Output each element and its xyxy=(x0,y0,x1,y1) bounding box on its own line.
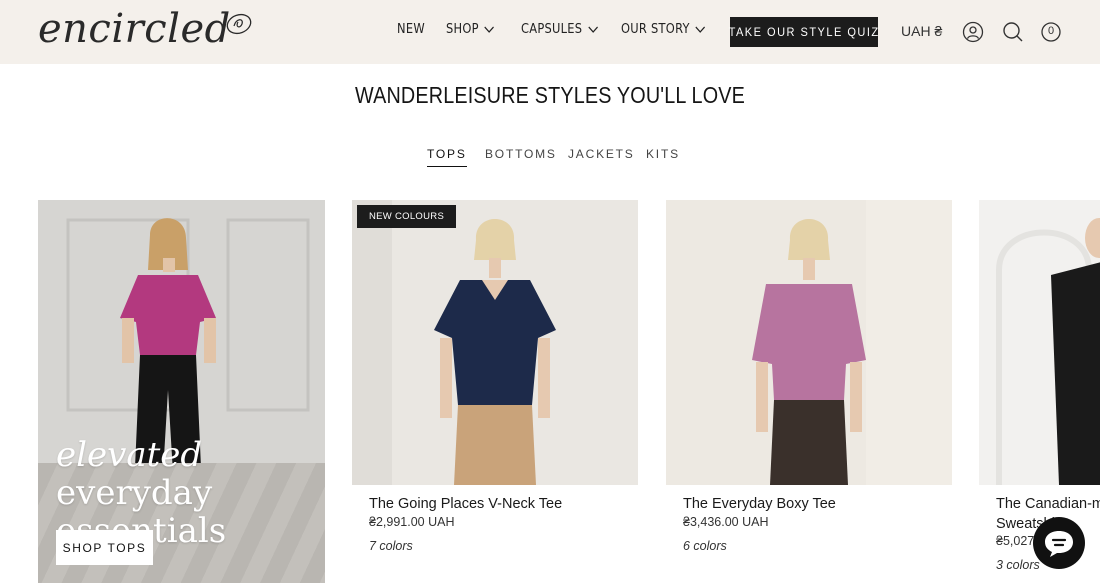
section-title: WANDERLEISURE STYLES YOU'LL LOVE xyxy=(354,82,745,108)
promo-title-em: elevated xyxy=(56,435,203,475)
product-photo xyxy=(979,200,1100,485)
product-card[interactable]: NEW COLOURS The Going Places V-Neck Tee … xyxy=(352,200,638,553)
product-image[interactable]: NEW COLOURS xyxy=(352,200,638,485)
product-colors: 3 colors xyxy=(996,558,1040,572)
promo-title-rest: everyday xyxy=(56,473,213,513)
chevron-down-icon xyxy=(588,26,598,33)
tab-jackets[interactable]: JACKETS xyxy=(568,147,635,166)
site-header: encircled NEW SHOP CAPSULES OUR STORY TA… xyxy=(0,0,1100,64)
chevron-down-icon xyxy=(484,26,495,33)
product-name[interactable]: The Going Places V-Neck Tee xyxy=(369,496,562,512)
currency-selector[interactable]: UAH ₴ xyxy=(901,23,942,39)
tab-kits[interactable]: KITS xyxy=(646,147,680,166)
product-price: ₴3,436.00 UAH xyxy=(683,515,769,529)
account-icon[interactable] xyxy=(962,21,984,43)
product-photo xyxy=(352,200,638,485)
logo[interactable]: encircled xyxy=(38,6,231,52)
cart-button[interactable]: 0 xyxy=(1040,21,1062,43)
product-colors: 7 colors xyxy=(369,539,413,553)
pants xyxy=(454,405,536,485)
chat-icon xyxy=(1045,531,1073,557)
product-image[interactable] xyxy=(979,200,1100,485)
cart-count: 0 xyxy=(1047,25,1055,37)
product-colors: 6 colors xyxy=(683,539,727,553)
style-quiz-label: TAKE OUR STYLE QUIZ xyxy=(728,25,880,39)
product-price: ₴5,027 xyxy=(996,534,1035,548)
product-name[interactable]: The Everyday Boxy Tee xyxy=(683,496,836,512)
new-colours-badge: NEW COLOURS xyxy=(357,205,457,228)
search-icon[interactable] xyxy=(1002,21,1024,43)
promo-card[interactable]: elevated everyday essentials SHOP TOPS xyxy=(38,200,325,583)
nav-new[interactable]: NEW xyxy=(397,22,425,37)
logo-mark-icon xyxy=(226,13,252,35)
nav-our-story-label: OUR STORY xyxy=(621,22,690,37)
chevron-down-icon xyxy=(695,26,706,33)
nav-shop-label: SHOP xyxy=(446,22,479,37)
nav-new-label: NEW xyxy=(397,22,425,37)
product-image[interactable] xyxy=(666,200,952,485)
nav-capsules[interactable]: CAPSULES xyxy=(521,22,598,37)
style-quiz-button[interactable]: TAKE OUR STYLE QUIZ xyxy=(728,17,880,47)
shop-tops-button[interactable]: SHOP TOPS xyxy=(56,530,153,565)
nav-shop[interactable]: SHOP xyxy=(446,22,495,37)
nav-capsules-label: CAPSULES xyxy=(521,22,583,37)
sweatshirt xyxy=(1051,262,1100,485)
chat-button[interactable] xyxy=(1033,517,1085,569)
nav-our-story[interactable]: OUR STORY xyxy=(621,22,706,37)
product-card[interactable]: The Everyday Boxy Tee ₴3,436.00 UAH 6 co… xyxy=(666,200,952,553)
tab-bottoms[interactable]: BOTTOMS xyxy=(485,147,557,166)
product-photo xyxy=(666,200,952,485)
tab-tops[interactable]: TOPS xyxy=(427,147,467,167)
pants xyxy=(770,400,848,485)
product-price: ₴2,991.00 UAH xyxy=(369,515,455,529)
